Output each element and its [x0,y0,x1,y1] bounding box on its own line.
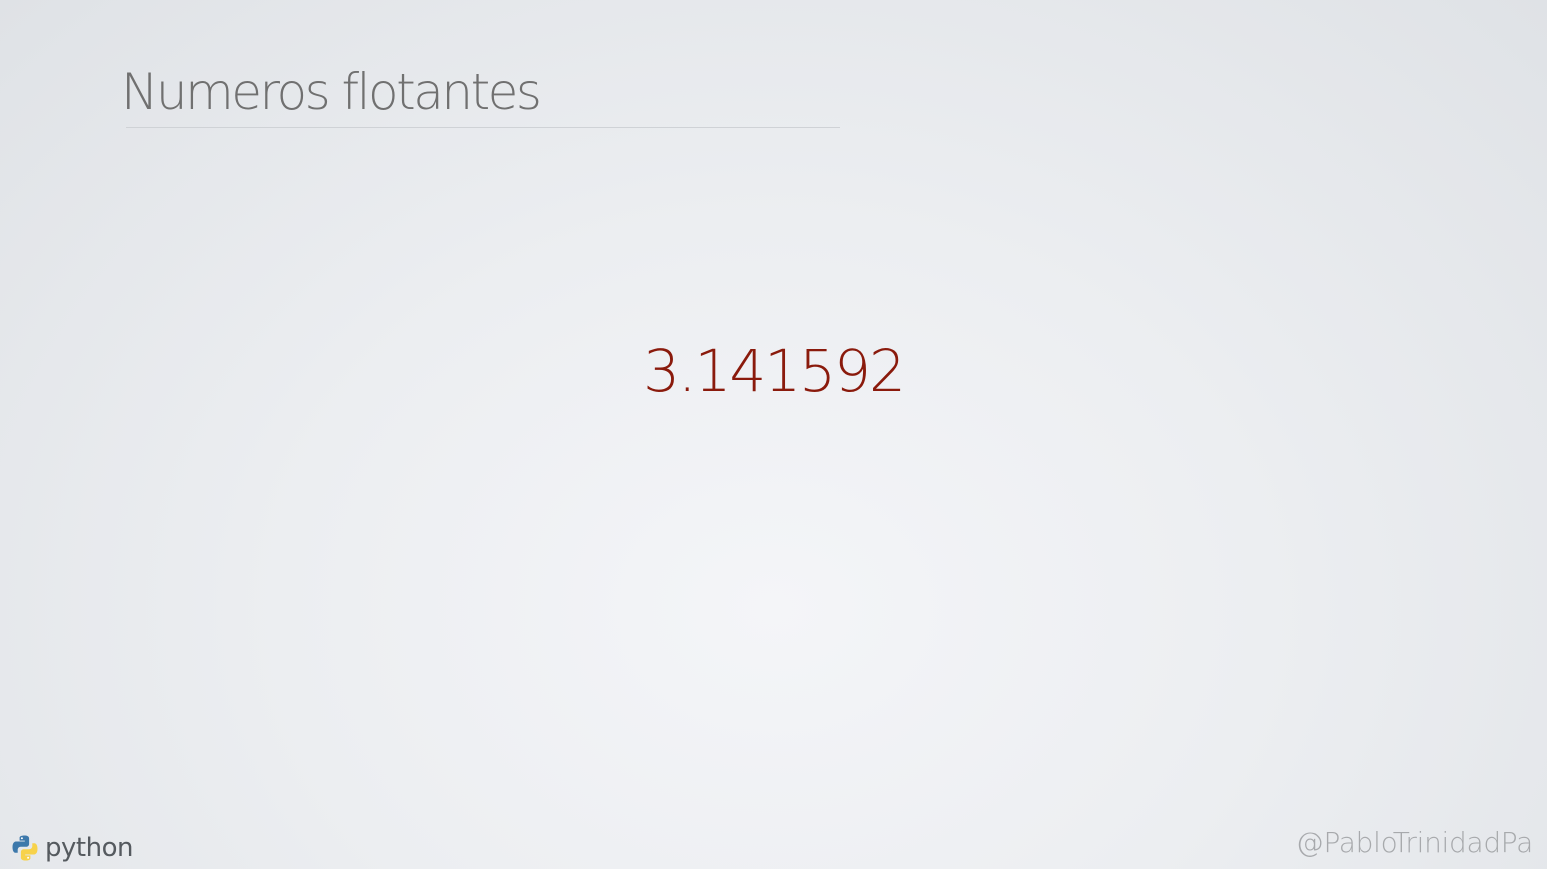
title-underline [126,127,840,128]
python-logo-text: python [45,833,133,863]
author-handle: @PabloTrinidadPa [1295,826,1534,859]
slide-title: Numeros flotantes [121,63,542,121]
python-logo-icon [12,835,38,861]
float-value: 3.141592 [643,337,906,405]
python-logo: python [11,834,133,862]
